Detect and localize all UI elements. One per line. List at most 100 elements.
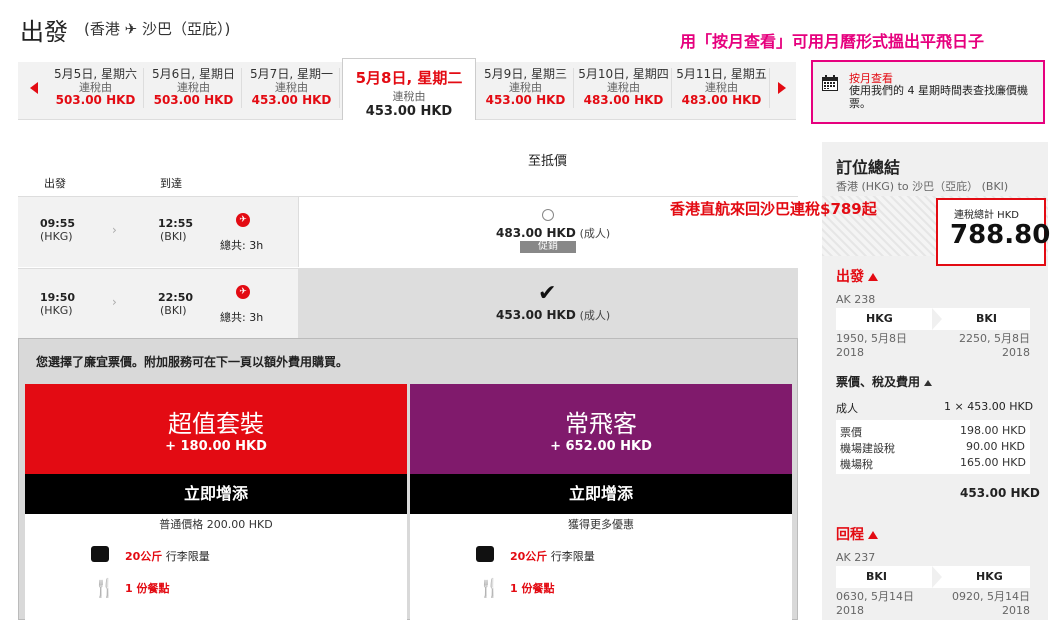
outbound-section-toggle[interactable]: 出發	[836, 266, 878, 286]
fare-section-toggle[interactable]: 票價、稅及費用	[836, 373, 933, 390]
annotation-calendar-tip: 用「按月查看」可用月曆形式搵出平飛日子	[680, 32, 985, 51]
date-price: 483.00 HKD	[583, 93, 664, 107]
breakdown-value: 90.00 HKD	[966, 440, 1025, 453]
date-label: 5月7日, 星期一	[250, 67, 333, 81]
date-label: 5月8日, 星期二	[355, 69, 463, 87]
add-frequent-flyer-button[interactable]: 立即增添	[410, 474, 792, 514]
baggage-allowance: 20公斤 行李限量	[510, 548, 595, 564]
arr-year: 2018	[1002, 346, 1030, 359]
outbound-arr-time: 2250, 5月8日 2018	[958, 332, 1030, 360]
dep-year: 2018	[836, 346, 864, 359]
pax-type: (成人)	[579, 227, 611, 240]
adult-value: 1 × 453.00 HKD	[944, 400, 1034, 413]
total-value: 788.80	[950, 220, 1051, 250]
fare-amount: 483.00 HKD	[496, 226, 576, 240]
bag-amount: 20公斤	[125, 550, 163, 563]
outbound-flight-no: AK 238	[836, 293, 876, 306]
arr-datetime: 0920, 5月14日	[952, 590, 1030, 603]
route-subtitle: (香港 ✈ 沙巴（亞庇）)	[84, 20, 231, 38]
pax-type: (成人)	[579, 309, 611, 322]
leg-to: HKG	[976, 570, 1003, 583]
package-name: 超值套裝	[168, 410, 264, 438]
calendar-icon	[822, 75, 838, 91]
luggage-icon	[91, 546, 109, 562]
bag-label: 行李限量	[550, 550, 595, 563]
dep-datetime: 1950, 5月8日	[836, 332, 907, 345]
bag-label: 行李限量	[165, 550, 210, 563]
fare-breakdown: 票價 198.00 HKD 機場建設稅 90.00 HKD 機場稅 165.00…	[836, 420, 1030, 474]
tax-label: 連稅由	[392, 90, 426, 103]
cutlery-icon: 🍴	[93, 578, 116, 599]
flight-info: 09:55 (HKG) › 12:55 (BKI) ✈ 總共: 3h	[18, 197, 298, 267]
date-label: 5月9日, 星期三	[484, 67, 567, 81]
monthly-view-desc: 使用我們的 4 星期時間表查找廉價機票。	[849, 84, 1028, 110]
date-tab-1[interactable]: 5月6日, 星期日 連稅由 503.00 HKD	[146, 68, 242, 108]
luggage-icon	[476, 546, 494, 562]
value-pack-header: 超值套裝 + 180.00 HKD	[25, 384, 407, 474]
next-dates-icon[interactable]	[778, 82, 786, 94]
arrival-header: 到達	[160, 177, 182, 190]
arr-time: 12:55	[158, 217, 194, 230]
value-pack-card: 超值套裝 + 180.00 HKD 立即增添 普通價格 200.00 HKD 2…	[25, 384, 407, 620]
package-subtext: 普通價格 200.00 HKD	[159, 518, 273, 531]
fare-price: 453.00 HKD (成人)	[496, 307, 610, 323]
fare-radio[interactable]	[542, 209, 554, 221]
breakdown-value: 198.00 HKD	[960, 424, 1026, 437]
package-price: + 180.00 HKD	[165, 439, 267, 454]
outbound-label: 出發	[836, 269, 864, 285]
date-tab-4[interactable]: 5月9日, 星期三 連稅由 453.00 HKD	[478, 68, 574, 108]
return-dep-time: 0630, 5月14日 2018	[836, 590, 914, 618]
date-tab-6[interactable]: 5月11日, 星期五 連稅由 483.00 HKD	[674, 68, 770, 108]
date-tab-selected[interactable]: 5月8日, 星期二 連稅由 453.00 HKD	[342, 58, 476, 120]
frequent-flyer-header: 常飛客 + 652.00 HKD	[410, 384, 792, 474]
meal-allowance: 1 份餐點	[125, 582, 170, 595]
arr-time: 22:50	[158, 291, 194, 304]
dep-year: 2018	[836, 604, 864, 617]
date-label: 5月10日, 星期四	[578, 67, 669, 81]
annotation-price-tip: 香港直航來回沙巴連稅$789起	[670, 200, 877, 218]
date-label: 5月5日, 星期六	[54, 67, 137, 81]
dep-code: (HKG)	[40, 304, 73, 317]
arr-code: (BKI)	[160, 230, 187, 243]
triangle-up-icon	[868, 273, 878, 281]
package-name: 常飛客	[565, 410, 637, 438]
outbound-dep-time: 1950, 5月8日 2018	[836, 332, 907, 360]
summary-route: 香港 (HKG) to 沙巴（亞庇） (BKI)	[836, 180, 1009, 193]
date-label: 5月11日, 星期五	[676, 67, 767, 81]
breakdown-label: 機場建設稅	[840, 442, 895, 455]
promo-badge: 促銷	[520, 241, 576, 253]
leg-to: BKI	[976, 312, 998, 325]
arr-datetime: 2250, 5月8日	[959, 332, 1030, 345]
chevron-right-icon: ›	[112, 295, 117, 309]
arr-year: 2018	[1002, 604, 1030, 617]
dep-time: 19:50	[40, 291, 76, 304]
return-legs: BKI HKG	[836, 566, 1030, 588]
airline-logo-icon[interactable]: ✈	[236, 213, 250, 227]
total-label: 連稅總計 HKD	[954, 210, 1019, 221]
return-flight-no: AK 237	[836, 551, 876, 564]
flight-row-selected[interactable]: 19:50 (HKG) › 22:50 (BKI) ✈ 總共: 3h ✔ 453…	[18, 268, 798, 339]
monthly-view-box[interactable]: 按月查看 使用我們的 4 星期時間表查找廉價機票。	[811, 60, 1045, 124]
return-arr-time: 0920, 5月14日 2018	[950, 590, 1030, 618]
breakdown-label: 票價	[840, 426, 862, 439]
flight-duration: 總共: 3h	[220, 239, 264, 252]
leg-separator	[932, 566, 942, 588]
date-price: 503.00 HKD	[55, 93, 136, 107]
chevron-right-icon: ›	[112, 223, 117, 237]
return-section-toggle[interactable]: 回程	[836, 524, 878, 544]
date-strip: 5月5日, 星期六 連稅由 503.00 HKD 5月6日, 星期日 連稅由 5…	[18, 58, 796, 120]
airline-logo-icon[interactable]: ✈	[236, 285, 250, 299]
date-tab-5[interactable]: 5月10日, 星期四 連稅由 483.00 HKD	[576, 68, 672, 108]
date-label: 5月6日, 星期日	[152, 67, 235, 81]
date-price: 503.00 HKD	[153, 93, 234, 107]
breakdown-label: 機場稅	[840, 458, 873, 471]
date-tab-0[interactable]: 5月5日, 星期六 連稅由 503.00 HKD	[48, 68, 144, 108]
prev-dates-icon[interactable]	[30, 82, 38, 94]
breakdown-value: 165.00 HKD	[960, 456, 1026, 469]
package-subtext: 獲得更多優惠	[568, 518, 634, 531]
add-value-pack-button[interactable]: 立即增添	[25, 474, 407, 514]
outbound-legs: HKG BKI	[836, 308, 1030, 330]
fare-sum: 453.00 HKD	[960, 486, 1040, 500]
fare-amount: 453.00 HKD	[496, 308, 576, 322]
date-tab-2[interactable]: 5月7日, 星期一 連稅由 453.00 HKD	[244, 68, 340, 108]
